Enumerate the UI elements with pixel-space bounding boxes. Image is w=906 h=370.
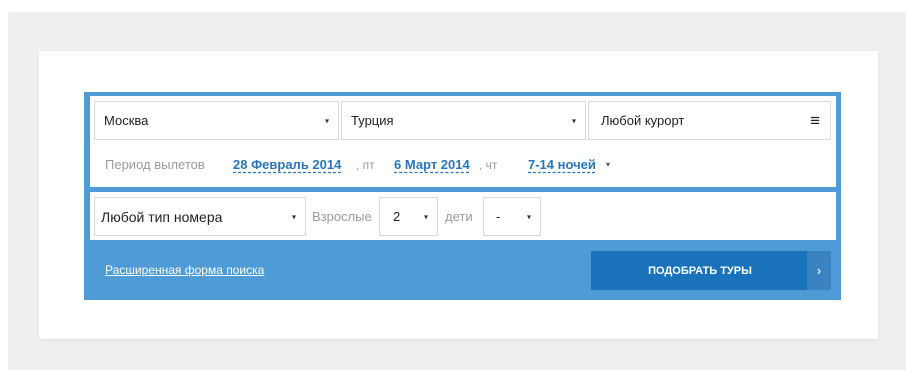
date-from-link[interactable]: 28 Февраль 2014 [233,157,341,172]
children-value: - [496,209,501,224]
country-value: Турция [351,113,394,128]
resort-value: Любой курорт [601,113,685,128]
room-type-value: Любой тип номера [101,208,223,225]
advanced-search-link[interactable]: Расширенная форма поиска [105,263,264,277]
chevron-down-icon: ▾ [291,212,296,221]
departure-city-select[interactable]: Москва ▾ [94,101,339,140]
date-from-weekday: , пт [356,158,375,172]
departure-city-value: Москва [104,113,149,128]
date-to-link[interactable]: 6 Март 2014 [394,157,470,172]
period-label: Период вылетов [105,157,205,172]
adults-value: 2 [393,209,401,224]
chevron-down-icon: ▾ [423,212,428,221]
chevron-down-icon: ▾ [606,160,611,169]
find-tours-label: ПОДОБРАТЬ ТУРЫ [648,264,752,277]
adults-select[interactable]: 2 ▾ [379,197,438,236]
adults-label: Взрослые [312,209,372,224]
chevron-down-icon: ▾ [526,212,531,221]
children-label: дети [445,209,473,224]
chevron-down-icon: ▾ [324,116,329,125]
find-tours-button[interactable]: ПОДОБРАТЬ ТУРЫ › [591,251,831,290]
room-type-select[interactable]: Любой тип номера ▾ [94,197,306,236]
nights-link[interactable]: 7-14 ночей [528,157,596,172]
country-select[interactable]: Турция ▾ [341,101,586,140]
resort-select[interactable]: Любой курорт ≡ [588,101,831,140]
date-to-weekday: , чт [479,158,498,172]
chevron-down-icon: ▾ [571,116,576,125]
menu-icon: ≡ [810,110,820,130]
chevron-right-icon: › [807,251,831,290]
children-select[interactable]: - ▾ [483,197,541,236]
